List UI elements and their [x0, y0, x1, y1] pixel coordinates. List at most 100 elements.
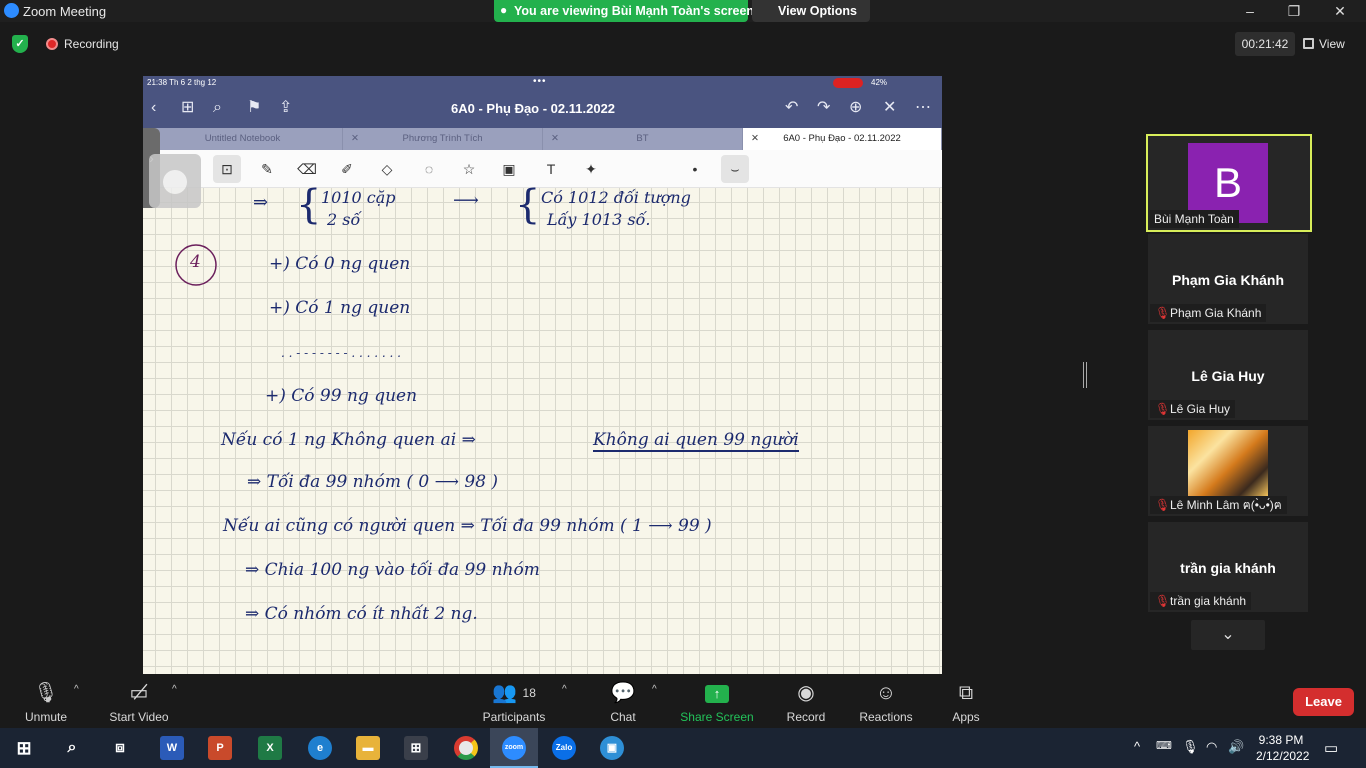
powerpoint-icon[interactable]: P: [208, 736, 232, 760]
minimize-icon[interactable]: –: [1240, 2, 1260, 20]
hw-line10: ⇒ Có nhóm có ít nhất 2 ng.: [245, 604, 478, 624]
unmute-label: Unmute: [24, 710, 68, 724]
screen-app-icon[interactable]: ▣: [600, 736, 624, 760]
reactions-icon: ☺: [875, 682, 897, 704]
record-label: Record: [786, 710, 826, 724]
tray-expand-icon[interactable]: ^: [1134, 739, 1140, 754]
view-options-button[interactable]: View Options ⌄: [752, 0, 870, 33]
zoom-taskbar-icon[interactable]: zoom: [502, 736, 526, 760]
view-options-label: View Options: [778, 4, 857, 18]
grid-icon: [1303, 38, 1314, 49]
record-button[interactable]: ◉ Record: [784, 680, 828, 724]
hw-line2: +) Có 0 ng quen: [269, 254, 411, 274]
participant-label-text: Lê Gia Huy: [1170, 402, 1231, 416]
muted-mic-icon: 🎙: [1155, 306, 1171, 320]
shared-screen: 21:38 Th 6 2 thg 12 ••• 42% ‹ ⊞ ⌕ ⚑ ⇪ 6A…: [143, 76, 942, 674]
edge-icon[interactable]: e: [308, 736, 332, 760]
participant-display-name: Phạm Gia Khánh: [1171, 272, 1285, 288]
excel-icon[interactable]: X: [258, 736, 282, 760]
volume-icon[interactable]: 🔊: [1228, 739, 1244, 755]
task-view-icon[interactable]: ⧈: [108, 736, 132, 760]
participants-scroll-down-button[interactable]: ⌄: [1191, 620, 1265, 650]
restore-icon[interactable]: ❐: [1284, 2, 1304, 20]
audio-options-caret-icon[interactable]: ^: [74, 684, 79, 695]
participant-tile[interactable]: Phạm Gia Khánh 🎙 Phạm Gia Khánh: [1148, 234, 1308, 324]
participant-label-text: Phạm Gia Khánh: [1170, 306, 1262, 320]
file-explorer-icon[interactable]: ▬: [356, 736, 380, 760]
participant-name-label: 🎙 Phạm Gia Khánh: [1150, 304, 1267, 322]
panel-resize-handle[interactable]: [1083, 362, 1087, 388]
hw-long-arrow: ⟶: [453, 190, 479, 211]
muted-microphone-icon: 🎙: [33, 682, 59, 704]
close-icon[interactable]: ✕: [1330, 2, 1350, 20]
windows-start-icon[interactable]: ⊞: [12, 736, 36, 760]
participants-count: 18: [522, 686, 536, 700]
participant-tile[interactable]: trần gia khánh 🎙 trần gia khánh: [1148, 522, 1308, 612]
zalo-icon[interactable]: Zalo: [552, 736, 576, 760]
hw-line1-take: Lấy 1013 số.: [547, 210, 651, 229]
leave-button[interactable]: Leave: [1293, 688, 1354, 716]
input-method-icon[interactable]: ⌨: [1156, 739, 1172, 752]
word-icon[interactable]: W: [160, 736, 184, 760]
start-video-label: Start Video: [109, 710, 169, 724]
meeting-controls: 🎙 Unmute ^ ▭̸ Start Video ^ 👥 18 Partici…: [0, 674, 1366, 728]
video-options-caret-icon[interactable]: ^: [172, 684, 177, 695]
handwriting-layer: ⇒ { 1010 cặp 2 số ⟶ { Có 1012 đối tượng …: [143, 76, 942, 674]
participant-name-label: 🎙 Lê Gia Huy: [1150, 400, 1236, 418]
shield-icon: ●: [500, 3, 508, 17]
chat-button[interactable]: 💬 Chat: [602, 680, 644, 724]
meeting-timer: 00:21:42: [1235, 32, 1295, 56]
share-screen-button[interactable]: ↑ Share Screen: [680, 680, 754, 724]
participant-name-label: Bùi Mạnh Toàn: [1150, 210, 1239, 228]
hw-line1-objects: Có 1012 đối tượng: [541, 188, 691, 207]
store-icon[interactable]: ⊞: [404, 736, 428, 760]
chat-caret-icon[interactable]: ^: [652, 684, 657, 695]
participant-tile[interactable]: Lê Gia Huy 🎙 Lê Gia Huy: [1148, 330, 1308, 420]
search-icon[interactable]: ⌕: [60, 736, 84, 760]
participant-label-text: Lê Minh Lâm ฅ(•̀ᴗ•́)ฅ: [1170, 498, 1282, 512]
hw-brace-left: {: [296, 182, 322, 228]
window-titlebar: Zoom Meeting ● You are viewing Bùi Mạnh …: [0, 0, 1366, 33]
participant-tile-active-speaker[interactable]: B Bùi Mạnh Toàn: [1146, 134, 1312, 232]
unmute-button[interactable]: 🎙 Unmute: [16, 680, 76, 724]
reactions-label: Reactions: [859, 710, 913, 724]
hw-line8: Nếu ai cũng có người quen ⇒ Tối đa 99 nh…: [223, 516, 712, 536]
notifications-icon[interactable]: ▭: [1324, 739, 1338, 757]
hw-line4-dots: . . - - - - - - - . . . . . . .: [281, 346, 401, 360]
view-button[interactable]: View: [1303, 32, 1363, 56]
meeting-topbar: ✓ Recording 00:21:42 View: [0, 22, 1366, 66]
participant-display-name: trần gia khánh: [1180, 560, 1276, 576]
muted-mic-icon: 🎙: [1155, 498, 1171, 512]
zoom-app-icon: [4, 3, 19, 18]
microphone-tray-icon[interactable]: 🎙: [1182, 739, 1199, 755]
hw-line1-arrow: ⇒: [253, 192, 269, 213]
taskbar-clock[interactable]: 9:38 PM 2/12/2022: [1256, 732, 1309, 764]
participants-caret-icon[interactable]: ^: [562, 684, 567, 695]
participant-display-name: Lê Gia Huy: [1191, 368, 1265, 384]
hw-line6a: Nếu có 1 ng Không quen ai ⇒: [221, 430, 476, 450]
video-off-icon: ▭̸: [129, 682, 149, 704]
chevron-down-icon: ⌄: [1221, 626, 1235, 643]
chrome-icon[interactable]: [454, 736, 478, 760]
participants-icon-wrap: 👥 18: [478, 680, 550, 706]
participants-icon: 👥: [492, 682, 517, 704]
clock-time: 9:38 PM: [1258, 733, 1304, 747]
security-shield-icon[interactable]: ✓: [12, 35, 28, 53]
wifi-icon[interactable]: ◠: [1206, 739, 1217, 755]
profile-picture: [1188, 430, 1268, 496]
start-video-button[interactable]: ▭̸ Start Video: [104, 680, 174, 724]
windows-taskbar: ⊞ ⌕ ⧈ W P X e ▬ ⊞ zoom Zalo ▣ ^ ⌨ 🎙 ◠ 🔊 …: [0, 728, 1366, 768]
share-icon-wrap: ↑: [680, 680, 754, 706]
hw-line7: ⇒ Tối đa 99 nhóm ( 0 ⟶ 98 ): [247, 472, 499, 492]
participant-tile[interactable]: 🎙 Lê Minh Lâm ฅ(•̀ᴗ•́)ฅ: [1148, 426, 1308, 516]
view-label: View: [1319, 37, 1345, 51]
participants-button[interactable]: 👥 18 Participants: [478, 680, 550, 724]
viewing-text: You are viewing Bùi Mạnh Toàn's screen: [514, 4, 755, 18]
reactions-button[interactable]: ☺ Reactions: [858, 680, 914, 724]
apps-button[interactable]: ⧉ Apps: [948, 680, 984, 724]
participant-name-label: 🎙 trần gia khánh: [1150, 592, 1252, 610]
chat-icon: 💬: [610, 682, 636, 704]
apps-icon: ⧉: [958, 682, 974, 704]
muted-mic-icon: 🎙: [1155, 402, 1171, 416]
muted-mic-icon: 🎙: [1155, 594, 1171, 608]
